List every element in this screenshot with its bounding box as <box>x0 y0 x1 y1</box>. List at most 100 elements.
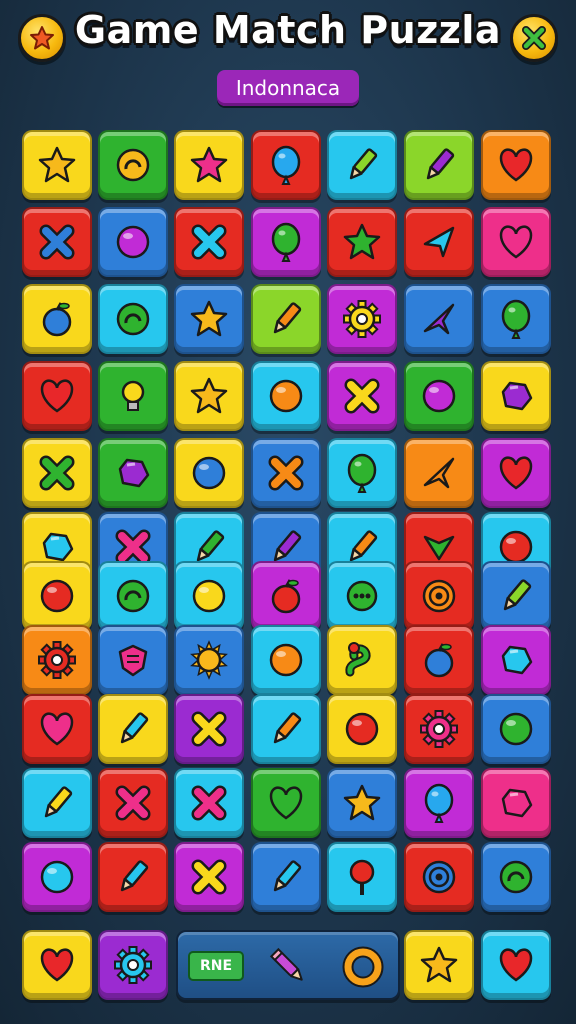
pencil-icon <box>426 148 455 180</box>
x-icon <box>115 785 151 821</box>
board-tile[interactable] <box>404 438 474 508</box>
board-tile[interactable] <box>174 130 244 200</box>
star-icon <box>190 377 228 414</box>
orb-icon <box>192 579 226 613</box>
board-tile[interactable] <box>404 694 474 764</box>
board-tile[interactable] <box>404 361 474 431</box>
star-icon <box>190 300 228 337</box>
board-tile[interactable] <box>174 361 244 431</box>
board-tile[interactable] <box>404 768 474 838</box>
board-tile[interactable] <box>98 284 168 354</box>
bottom-tile[interactable] <box>22 930 92 1000</box>
board-tile[interactable] <box>251 625 321 695</box>
board-tile[interactable] <box>404 625 474 695</box>
swirl-icon <box>116 148 150 182</box>
board-tile[interactable] <box>481 207 551 277</box>
board-tile[interactable] <box>251 284 321 354</box>
board-tile[interactable] <box>174 438 244 508</box>
orb-icon <box>499 712 533 746</box>
board-tile[interactable] <box>251 438 321 508</box>
board-tile[interactable] <box>22 768 92 838</box>
board-tile[interactable] <box>98 361 168 431</box>
board-tile[interactable] <box>251 561 321 631</box>
board-tile[interactable] <box>251 694 321 764</box>
board-tile[interactable] <box>174 284 244 354</box>
board-tile[interactable] <box>98 561 168 631</box>
board-tile[interactable] <box>404 207 474 277</box>
board-tile[interactable] <box>404 284 474 354</box>
board-tile[interactable] <box>174 694 244 764</box>
board-tile[interactable] <box>98 130 168 200</box>
board-tile[interactable] <box>98 694 168 764</box>
x-icon <box>191 785 227 821</box>
board-tile[interactable] <box>174 768 244 838</box>
star-badge-button[interactable] <box>18 14 66 62</box>
heart-icon <box>499 225 533 259</box>
swirl-icon <box>499 860 533 894</box>
board-tile[interactable] <box>22 284 92 354</box>
board-tile[interactable] <box>174 625 244 695</box>
board-tile[interactable] <box>327 438 397 508</box>
board-tile[interactable] <box>22 561 92 631</box>
board-tile[interactable] <box>327 694 397 764</box>
gem-icon <box>501 788 533 818</box>
board-tile[interactable] <box>98 625 168 695</box>
board-tile[interactable] <box>174 842 244 912</box>
board-tile[interactable] <box>327 361 397 431</box>
board-tile[interactable] <box>251 842 321 912</box>
arrow-icon <box>423 226 455 258</box>
board-tile[interactable] <box>22 207 92 277</box>
board-tile[interactable] <box>327 130 397 200</box>
board-tile[interactable] <box>404 842 474 912</box>
x-icon <box>191 859 227 895</box>
swirl-icon <box>116 579 150 613</box>
bottom-tile[interactable] <box>98 930 168 1000</box>
board-tile[interactable] <box>481 842 551 912</box>
board-tile[interactable] <box>327 625 397 695</box>
gem-icon <box>118 458 150 488</box>
close-button[interactable] <box>510 14 558 62</box>
orb-icon <box>422 379 456 413</box>
ring-icon[interactable] <box>338 942 388 992</box>
board-tile[interactable] <box>251 768 321 838</box>
board-tile[interactable] <box>98 768 168 838</box>
board-tile[interactable] <box>481 625 551 695</box>
board-tile[interactable] <box>481 694 551 764</box>
board-tile[interactable] <box>98 207 168 277</box>
board-tile[interactable] <box>174 207 244 277</box>
pencil-icon[interactable] <box>264 942 314 992</box>
board-tile[interactable] <box>22 130 92 200</box>
board-tile[interactable] <box>481 438 551 508</box>
board-tile[interactable] <box>251 207 321 277</box>
board-tile[interactable] <box>404 561 474 631</box>
move-button[interactable]: RNE <box>188 951 244 981</box>
board-tile[interactable] <box>98 438 168 508</box>
heart-icon <box>40 712 74 746</box>
board-tile[interactable] <box>174 561 244 631</box>
gem-icon <box>501 645 533 675</box>
pencil-icon <box>120 860 149 892</box>
board-tile[interactable] <box>22 438 92 508</box>
board-tile[interactable] <box>481 361 551 431</box>
board-tile[interactable] <box>327 284 397 354</box>
board-tile[interactable] <box>481 768 551 838</box>
board-tile[interactable] <box>327 842 397 912</box>
board-tile[interactable] <box>327 768 397 838</box>
board-tile[interactable] <box>481 284 551 354</box>
board-tile[interactable] <box>22 625 92 695</box>
board-tile[interactable] <box>22 842 92 912</box>
bottom-tile[interactable] <box>404 930 474 1000</box>
board-tile[interactable] <box>22 361 92 431</box>
board-tile[interactable] <box>251 130 321 200</box>
board-tile[interactable] <box>327 561 397 631</box>
board-tile[interactable] <box>22 694 92 764</box>
board-tile[interactable] <box>481 130 551 200</box>
board-tile[interactable] <box>251 361 321 431</box>
board-tile[interactable] <box>404 130 474 200</box>
page-title: Game Match Puzzla <box>74 8 502 52</box>
bottom-tile[interactable] <box>481 930 551 1000</box>
board-tile[interactable] <box>98 842 168 912</box>
board-tile[interactable] <box>481 561 551 631</box>
board-tile[interactable] <box>327 207 397 277</box>
gear-icon <box>420 710 458 748</box>
